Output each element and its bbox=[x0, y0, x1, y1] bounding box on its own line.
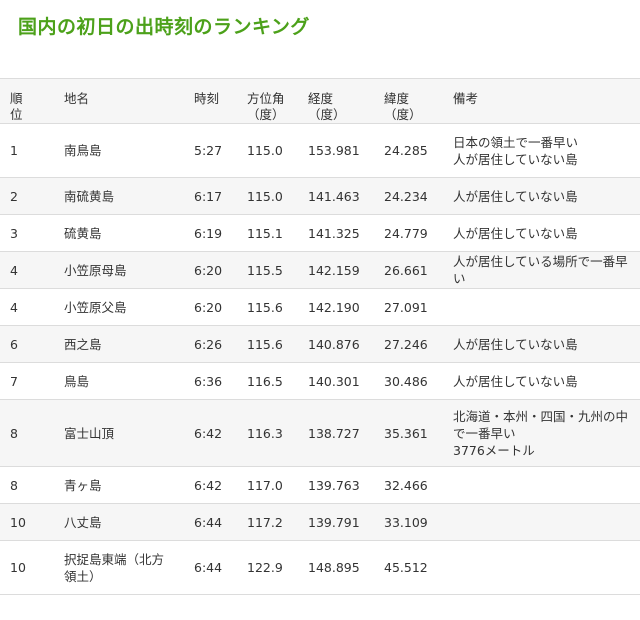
cell-note: 日本の領土で一番早い 人が居住していない島 bbox=[447, 123, 640, 178]
cell-azimuth: 115.0 bbox=[241, 123, 302, 178]
cell-place: 富士山頂 bbox=[58, 399, 188, 467]
header-azimuth: 方位角 （度） bbox=[241, 78, 302, 124]
cell-azimuth: 116.5 bbox=[241, 362, 302, 400]
cell-time: 6:26 bbox=[188, 325, 241, 363]
header-rank: 順 位 bbox=[0, 78, 58, 124]
cell-rank: 6 bbox=[0, 325, 58, 363]
header-latitude: 緯度 （度） bbox=[378, 78, 447, 124]
table-row: 4 小笠原母島 6:20 115.5 142.159 26.661 人が居住して… bbox=[0, 251, 640, 289]
table-row: 8 富士山頂 6:42 116.3 138.727 35.361 北海道・本州・… bbox=[0, 399, 640, 467]
cell-azimuth: 117.2 bbox=[241, 503, 302, 541]
cell-latitude: 45.512 bbox=[378, 540, 447, 595]
cell-longitude: 142.190 bbox=[302, 288, 378, 326]
cell-time: 6:20 bbox=[188, 251, 241, 289]
cell-azimuth: 116.3 bbox=[241, 399, 302, 467]
cell-rank: 3 bbox=[0, 214, 58, 252]
table-row: 1 南鳥島 5:27 115.0 153.981 24.285 日本の領土で一番… bbox=[0, 123, 640, 178]
cell-longitude: 141.463 bbox=[302, 177, 378, 215]
cell-place: 小笠原母島 bbox=[58, 251, 188, 289]
cell-note bbox=[447, 466, 640, 504]
cell-place: 硫黄島 bbox=[58, 214, 188, 252]
table-row: 8 青ヶ島 6:42 117.0 139.763 32.466 bbox=[0, 466, 640, 504]
cell-azimuth: 115.6 bbox=[241, 288, 302, 326]
cell-note bbox=[447, 503, 640, 541]
cell-place: 小笠原父島 bbox=[58, 288, 188, 326]
cell-longitude: 148.895 bbox=[302, 540, 378, 595]
cell-longitude: 141.325 bbox=[302, 214, 378, 252]
cell-latitude: 30.486 bbox=[378, 362, 447, 400]
cell-place: 鳥島 bbox=[58, 362, 188, 400]
cell-time: 6:19 bbox=[188, 214, 241, 252]
cell-place: 青ヶ島 bbox=[58, 466, 188, 504]
cell-rank: 7 bbox=[0, 362, 58, 400]
cell-latitude: 24.234 bbox=[378, 177, 447, 215]
cell-time: 6:42 bbox=[188, 466, 241, 504]
table-row: 2 南硫黄島 6:17 115.0 141.463 24.234 人が居住してい… bbox=[0, 177, 640, 215]
sunrise-ranking-table: 順 位 地名 時刻 方位角 （度） 経度 （度） 緯度 （度） 備考 1 南鳥島… bbox=[0, 78, 640, 595]
cell-note: 人が居住していない島 bbox=[447, 177, 640, 215]
cell-place: 南鳥島 bbox=[58, 123, 188, 178]
cell-rank: 10 bbox=[0, 540, 58, 595]
cell-latitude: 27.246 bbox=[378, 325, 447, 363]
cell-latitude: 32.466 bbox=[378, 466, 447, 504]
table-header-row: 順 位 地名 時刻 方位角 （度） 経度 （度） 緯度 （度） 備考 bbox=[0, 78, 640, 124]
cell-rank: 10 bbox=[0, 503, 58, 541]
cell-latitude: 33.109 bbox=[378, 503, 447, 541]
cell-rank: 4 bbox=[0, 288, 58, 326]
table-row: 10 八丈島 6:44 117.2 139.791 33.109 bbox=[0, 503, 640, 541]
cell-rank: 4 bbox=[0, 251, 58, 289]
cell-azimuth: 122.9 bbox=[241, 540, 302, 595]
cell-note: 人が居住していない島 bbox=[447, 214, 640, 252]
cell-latitude: 24.285 bbox=[378, 123, 447, 178]
cell-latitude: 27.091 bbox=[378, 288, 447, 326]
cell-rank: 8 bbox=[0, 399, 58, 467]
cell-longitude: 140.876 bbox=[302, 325, 378, 363]
cell-note bbox=[447, 540, 640, 595]
table-row: 10 択捉島東端（北方 領土） 6:44 122.9 148.895 45.51… bbox=[0, 540, 640, 595]
cell-note: 人が居住していない島 bbox=[447, 362, 640, 400]
header-time: 時刻 bbox=[188, 78, 241, 124]
cell-time: 5:27 bbox=[188, 123, 241, 178]
cell-longitude: 139.763 bbox=[302, 466, 378, 504]
table-row: 3 硫黄島 6:19 115.1 141.325 24.779 人が居住していな… bbox=[0, 214, 640, 252]
cell-longitude: 153.981 bbox=[302, 123, 378, 178]
header-note: 備考 bbox=[447, 78, 640, 124]
cell-rank: 2 bbox=[0, 177, 58, 215]
cell-time: 6:44 bbox=[188, 540, 241, 595]
cell-place: 択捉島東端（北方 領土） bbox=[58, 540, 188, 595]
cell-place: 南硫黄島 bbox=[58, 177, 188, 215]
cell-rank: 8 bbox=[0, 466, 58, 504]
table-row: 6 西之島 6:26 115.6 140.876 27.246 人が居住していな… bbox=[0, 325, 640, 363]
cell-longitude: 139.791 bbox=[302, 503, 378, 541]
cell-place: 西之島 bbox=[58, 325, 188, 363]
cell-longitude: 142.159 bbox=[302, 251, 378, 289]
cell-note: 人が居住している場所で一番早い bbox=[447, 251, 640, 289]
table-row: 4 小笠原父島 6:20 115.6 142.190 27.091 bbox=[0, 288, 640, 326]
cell-latitude: 24.779 bbox=[378, 214, 447, 252]
table-row: 7 鳥島 6:36 116.5 140.301 30.486 人が居住していない… bbox=[0, 362, 640, 400]
cell-note: 人が居住していない島 bbox=[447, 325, 640, 363]
cell-longitude: 138.727 bbox=[302, 399, 378, 467]
cell-azimuth: 115.5 bbox=[241, 251, 302, 289]
cell-time: 6:42 bbox=[188, 399, 241, 467]
cell-time: 6:20 bbox=[188, 288, 241, 326]
cell-longitude: 140.301 bbox=[302, 362, 378, 400]
cell-note: 北海道・本州・四国・九州の中 で一番早い 3776メートル bbox=[447, 399, 640, 467]
cell-time: 6:44 bbox=[188, 503, 241, 541]
cell-latitude: 35.361 bbox=[378, 399, 447, 467]
cell-latitude: 26.661 bbox=[378, 251, 447, 289]
cell-time: 6:17 bbox=[188, 177, 241, 215]
cell-azimuth: 115.6 bbox=[241, 325, 302, 363]
cell-place: 八丈島 bbox=[58, 503, 188, 541]
cell-note bbox=[447, 288, 640, 326]
cell-rank: 1 bbox=[0, 123, 58, 178]
cell-azimuth: 115.0 bbox=[241, 177, 302, 215]
cell-azimuth: 117.0 bbox=[241, 466, 302, 504]
header-place: 地名 bbox=[58, 78, 188, 124]
cell-time: 6:36 bbox=[188, 362, 241, 400]
cell-azimuth: 115.1 bbox=[241, 214, 302, 252]
header-longitude: 経度 （度） bbox=[302, 78, 378, 124]
page-title: 国内の初日の出時刻のランキング bbox=[18, 16, 310, 38]
